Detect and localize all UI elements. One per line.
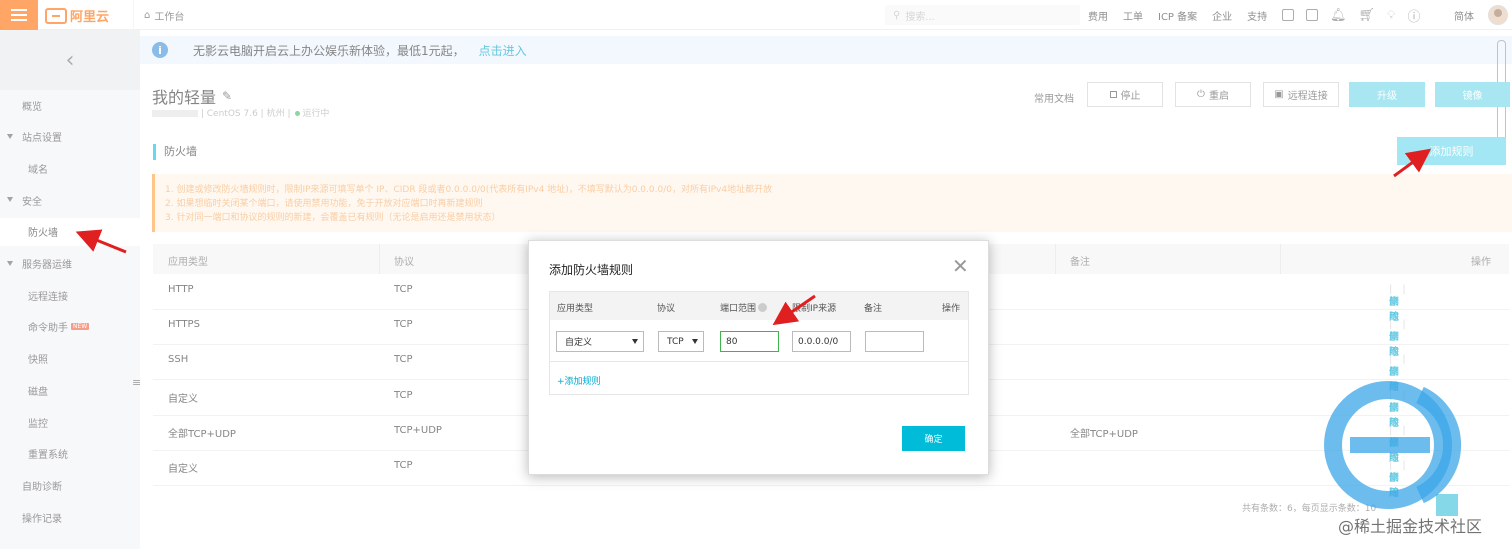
dialog-col-remark: 备注 bbox=[864, 304, 883, 314]
protocol-select[interactable]: TCP bbox=[658, 331, 704, 352]
chevron-down-icon bbox=[692, 339, 698, 344]
chevron-down-icon bbox=[632, 339, 638, 344]
dialog-rule-row: 自定义 TCP 80 0.0.0.0/0 bbox=[550, 320, 968, 362]
app-type-value: 自定义 bbox=[565, 338, 593, 348]
dialog-col-ip-source: 限制IP来源 bbox=[792, 304, 837, 314]
watermark-text: @稀土掘金技术社区 bbox=[1338, 517, 1483, 536]
port-range-input[interactable]: 80 bbox=[720, 331, 779, 352]
dialog-col-protocol: 协议 bbox=[657, 304, 676, 314]
dialog-col-actions: 操作 bbox=[942, 304, 961, 314]
dialog-col-port: 端口范围 bbox=[720, 301, 768, 314]
confirm-button[interactable]: 确定 bbox=[902, 426, 965, 451]
dialog-table-header: 应用类型 协议 端口范围 限制IP来源 备注 操作 bbox=[550, 292, 968, 320]
app-type-select[interactable]: 自定义 bbox=[556, 331, 644, 352]
dialog-col-port-label: 端口范围 bbox=[720, 304, 757, 314]
protocol-value: TCP bbox=[667, 336, 684, 347]
dialog-rule-table: 应用类型 协议 端口范围 限制IP来源 备注 操作 自定义 TCP 80 0.0… bbox=[549, 291, 969, 395]
dialog-title: 添加防火墙规则 bbox=[549, 263, 634, 277]
add-rule-dialog: 添加防火墙规则 ✕ 应用类型 协议 端口范围 限制IP来源 备注 操作 自定义 … bbox=[528, 240, 989, 475]
ip-source-input[interactable]: 0.0.0.0/0 bbox=[792, 331, 851, 352]
watermark-logo-icon bbox=[1324, 381, 1462, 509]
dialog-col-app-type: 应用类型 bbox=[557, 304, 594, 314]
remark-input[interactable] bbox=[865, 331, 924, 352]
close-icon[interactable]: ✕ bbox=[952, 254, 969, 278]
dialog-add-rule-link[interactable]: +添加规则 bbox=[557, 374, 601, 387]
help-icon[interactable] bbox=[758, 303, 768, 312]
